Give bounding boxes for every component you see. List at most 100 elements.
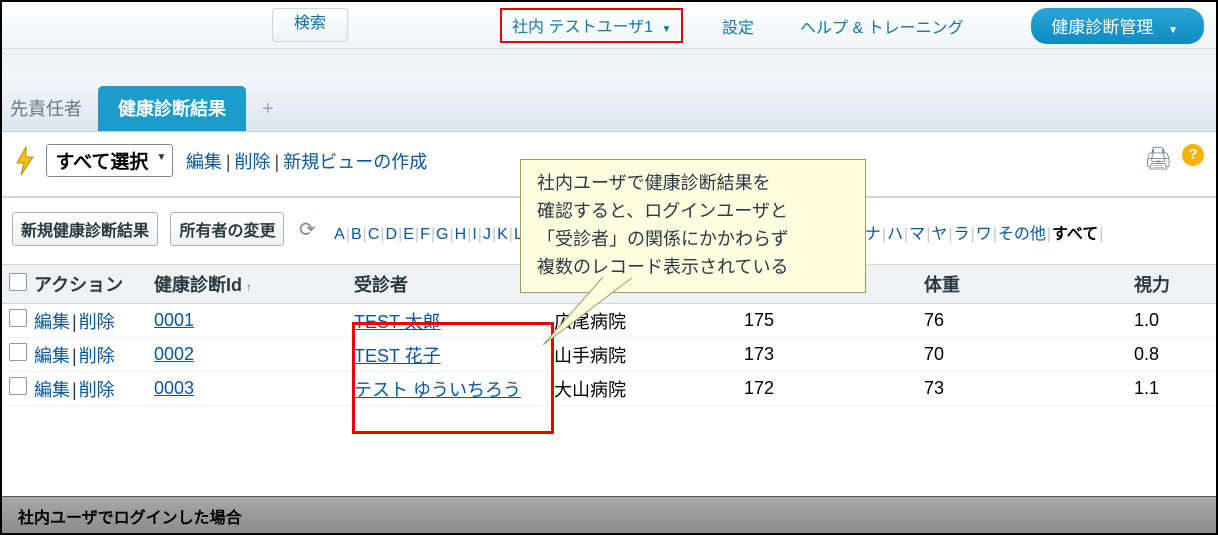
col-hospital[interactable]: 病院名 — [554, 271, 744, 297]
row-id-link[interactable]: 0001 — [154, 310, 354, 331]
alpha-Q[interactable]: Q — [602, 226, 614, 243]
app-pill-label: 健康診断管理 — [1051, 18, 1153, 37]
checkbox-all[interactable] — [9, 273, 27, 291]
row-checkbox[interactable] — [9, 309, 27, 327]
alpha-F[interactable]: F — [420, 226, 430, 243]
alpha-ア[interactable]: ア — [776, 226, 792, 243]
view-actions: 編集|削除|新規ビューの作成 — [186, 148, 427, 174]
tab-prev-owner[interactable]: 先責任者 — [4, 87, 98, 131]
col-vision[interactable]: 視力 — [1134, 271, 1194, 297]
alpha-L[interactable]: L — [514, 226, 523, 243]
user-name: 社内 テストユーザ1 — [512, 19, 653, 36]
change-owner-button[interactable]: 所有者の変更 — [170, 212, 284, 246]
alpha-ラ[interactable]: ラ — [954, 226, 970, 243]
alpha-A[interactable]: A — [334, 226, 345, 243]
alpha-M[interactable]: M — [529, 226, 542, 243]
alpha-G[interactable]: G — [436, 226, 448, 243]
row-edit-link[interactable]: 編集 — [34, 380, 70, 400]
alpha-サ[interactable]: サ — [820, 226, 836, 243]
row-hospital: 大山病院 — [554, 376, 744, 402]
row-height: 175 — [744, 310, 924, 331]
alpha-index: A|B|C|D|E|F|G|H|I|J|K|L|M|N|O|P|Q|R|S|T|… — [334, 220, 1104, 244]
row-id-link[interactable]: 0003 — [154, 378, 354, 399]
row-delete-link[interactable]: 削除 — [79, 312, 115, 332]
row-patient-link[interactable]: テスト ゆういちろう — [354, 376, 554, 402]
view-delete-link[interactable]: 削除 — [235, 152, 271, 172]
row-checkbox[interactable] — [9, 377, 27, 395]
row-height: 173 — [744, 344, 924, 365]
alpha-ナ[interactable]: ナ — [865, 226, 881, 243]
view-edit-link[interactable]: 編集 — [186, 152, 222, 172]
alpha-U[interactable]: U — [671, 226, 683, 243]
chevron-down-icon: ▼ — [1168, 25, 1178, 36]
alpha-C[interactable]: C — [368, 226, 380, 243]
add-tab-button[interactable]: + — [246, 90, 284, 131]
table-row: 編集|削除0002TEST 花子山手病院173700.8 — [2, 338, 1216, 372]
help-icon[interactable]: ? — [1182, 144, 1204, 166]
row-weight: 70 — [924, 344, 1134, 365]
row-edit-link[interactable]: 編集 — [34, 312, 70, 332]
alpha-other[interactable]: その他 — [998, 226, 1046, 243]
alpha-P[interactable]: P — [585, 226, 596, 243]
alpha-ワ[interactable]: ワ — [976, 226, 992, 243]
row-patient-link[interactable]: TEST 花子 — [354, 342, 554, 368]
figure-caption-text: 社内ユーザでログインした場合 — [2, 497, 1216, 528]
alpha-E[interactable]: E — [403, 226, 414, 243]
print-icon[interactable]: 🖨 — [1144, 146, 1172, 172]
settings-link[interactable]: 設定 — [722, 14, 754, 38]
col-patient[interactable]: 受診者 — [354, 271, 554, 297]
alpha-N[interactable]: N — [548, 226, 560, 243]
tab-health-results[interactable]: 健康診断結果 — [98, 86, 246, 131]
search-button[interactable]: 検索 — [272, 8, 348, 42]
row-id-link[interactable]: 0002 — [154, 344, 354, 365]
user-menu[interactable]: 社内 テストユーザ1 ▼ — [500, 8, 683, 43]
alpha-ハ[interactable]: ハ — [887, 226, 903, 243]
alpha-I[interactable]: I — [472, 226, 476, 243]
alpha-R[interactable]: R — [620, 226, 632, 243]
alpha-H[interactable]: H — [455, 226, 467, 243]
chevron-down-icon: ▼ — [661, 24, 671, 35]
row-checkbox[interactable] — [9, 343, 27, 361]
figure-caption: 社内ユーザでログインした場合 — [2, 496, 1216, 533]
alpha-V[interactable]: V — [688, 226, 699, 243]
row-patient-link[interactable]: TEST 太郎 — [354, 308, 554, 334]
refresh-icon[interactable]: ⟳ — [299, 219, 316, 241]
col-id[interactable]: 健康診断Id↑ — [154, 271, 354, 297]
table-row: 編集|削除0003テスト ゆういちろう大山病院172731.1 — [2, 372, 1216, 406]
alpha-ヤ[interactable]: ヤ — [931, 226, 947, 243]
alpha-J[interactable]: J — [483, 226, 491, 243]
alpha-O[interactable]: O — [566, 226, 578, 243]
col-weight[interactable]: 体重 — [924, 271, 1134, 297]
row-vision: 1.0 — [1134, 310, 1194, 331]
row-vision: 0.8 — [1134, 344, 1194, 365]
alpha-Z[interactable]: Z — [760, 226, 770, 243]
alpha-マ[interactable]: マ — [909, 226, 925, 243]
alpha-タ[interactable]: タ — [843, 226, 859, 243]
alpha-W[interactable]: W — [705, 226, 720, 243]
row-hospital: 広尾病院 — [554, 308, 744, 334]
alpha-Y[interactable]: Y — [743, 226, 754, 243]
alpha-S[interactable]: S — [638, 226, 649, 243]
app-pill[interactable]: 健康診断管理 ▼ — [1031, 8, 1204, 44]
alpha-K[interactable]: K — [497, 226, 508, 243]
col-height[interactable]: 身長 — [744, 271, 924, 297]
col-action[interactable]: アクション — [34, 271, 154, 297]
view-select[interactable]: すべて選択 — [46, 144, 173, 177]
row-height: 172 — [744, 378, 924, 399]
alpha-D[interactable]: D — [386, 226, 398, 243]
row-weight: 76 — [924, 310, 1134, 331]
alpha-B[interactable]: B — [351, 226, 362, 243]
alpha-X[interactable]: X — [727, 226, 738, 243]
alpha-カ[interactable]: カ — [798, 226, 814, 243]
row-weight: 73 — [924, 378, 1134, 399]
alpha-all[interactable]: すべて — [1052, 226, 1098, 243]
row-delete-link[interactable]: 削除 — [79, 380, 115, 400]
bolt-icon — [14, 146, 36, 176]
row-delete-link[interactable]: 削除 — [79, 346, 115, 366]
row-edit-link[interactable]: 編集 — [34, 346, 70, 366]
alpha-T[interactable]: T — [655, 226, 665, 243]
row-vision: 1.1 — [1134, 378, 1194, 399]
new-record-button[interactable]: 新規健康診断結果 — [12, 212, 158, 246]
view-create-link[interactable]: 新規ビューの作成 — [283, 152, 427, 172]
help-link[interactable]: ヘルプ & トレーニング — [800, 14, 964, 38]
